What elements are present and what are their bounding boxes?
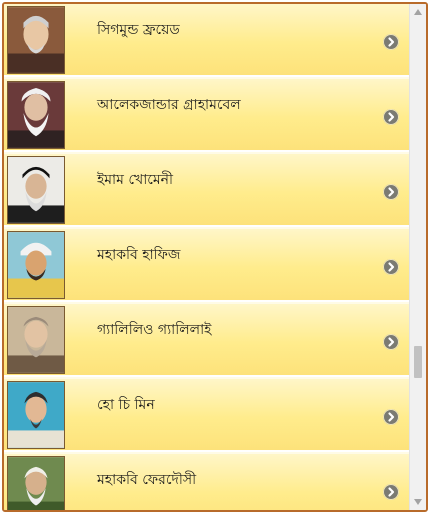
chevron-right-icon[interactable] xyxy=(383,109,399,125)
person-name: মহাকবি ফেরদৌসী xyxy=(97,472,197,488)
portrait-image xyxy=(7,6,65,74)
list-item[interactable]: হো চি মিন xyxy=(4,379,409,452)
scroll-down-icon[interactable] xyxy=(410,494,426,510)
list-item[interactable]: মহাকবি ফেরদৌসী xyxy=(4,454,409,510)
portrait-image xyxy=(7,381,65,449)
person-list[interactable]: সিগমুন্ড ফ্রয়েড আলেকজান্ডার গ্রাহামবেল xyxy=(4,4,409,510)
list-item[interactable]: ইমাম খোমেনী xyxy=(4,154,409,227)
list-item[interactable]: গ্যালিলিও গ্যালিলাই xyxy=(4,304,409,377)
person-name: গ্যালিলিও গ্যালিলাই xyxy=(97,322,212,338)
person-name: হো চি মিন xyxy=(97,397,155,413)
chevron-right-icon[interactable] xyxy=(383,484,399,500)
person-name: মহাকবি হাফিজ xyxy=(97,247,181,263)
portrait-image xyxy=(7,306,65,374)
chevron-right-icon[interactable] xyxy=(383,334,399,350)
chevron-right-icon[interactable] xyxy=(383,259,399,275)
scrollbar-thumb[interactable] xyxy=(414,346,422,378)
vertical-scrollbar[interactable] xyxy=(409,4,426,510)
list-item[interactable]: মহাকবি হাফিজ xyxy=(4,229,409,302)
list-item[interactable]: আলেকজান্ডার গ্রাহামবেল xyxy=(4,79,409,152)
portrait-image xyxy=(7,456,65,510)
person-name: সিগমুন্ড ফ্রয়েড xyxy=(97,22,180,38)
portrait-image xyxy=(7,156,65,224)
portrait-image xyxy=(7,231,65,299)
chevron-right-icon[interactable] xyxy=(383,34,399,50)
list-item[interactable]: সিগমুন্ড ফ্রয়েড xyxy=(4,4,409,77)
chevron-right-icon[interactable] xyxy=(383,184,399,200)
app-frame: সিগমুন্ড ফ্রয়েড আলেকজান্ডার গ্রাহামবেল xyxy=(2,2,428,512)
portrait-image xyxy=(7,81,65,149)
person-name: আলেকজান্ডার গ্রাহামবেল xyxy=(97,97,241,113)
chevron-right-icon[interactable] xyxy=(383,409,399,425)
person-name: ইমাম খোমেনী xyxy=(97,172,174,188)
scroll-up-icon[interactable] xyxy=(410,4,426,20)
